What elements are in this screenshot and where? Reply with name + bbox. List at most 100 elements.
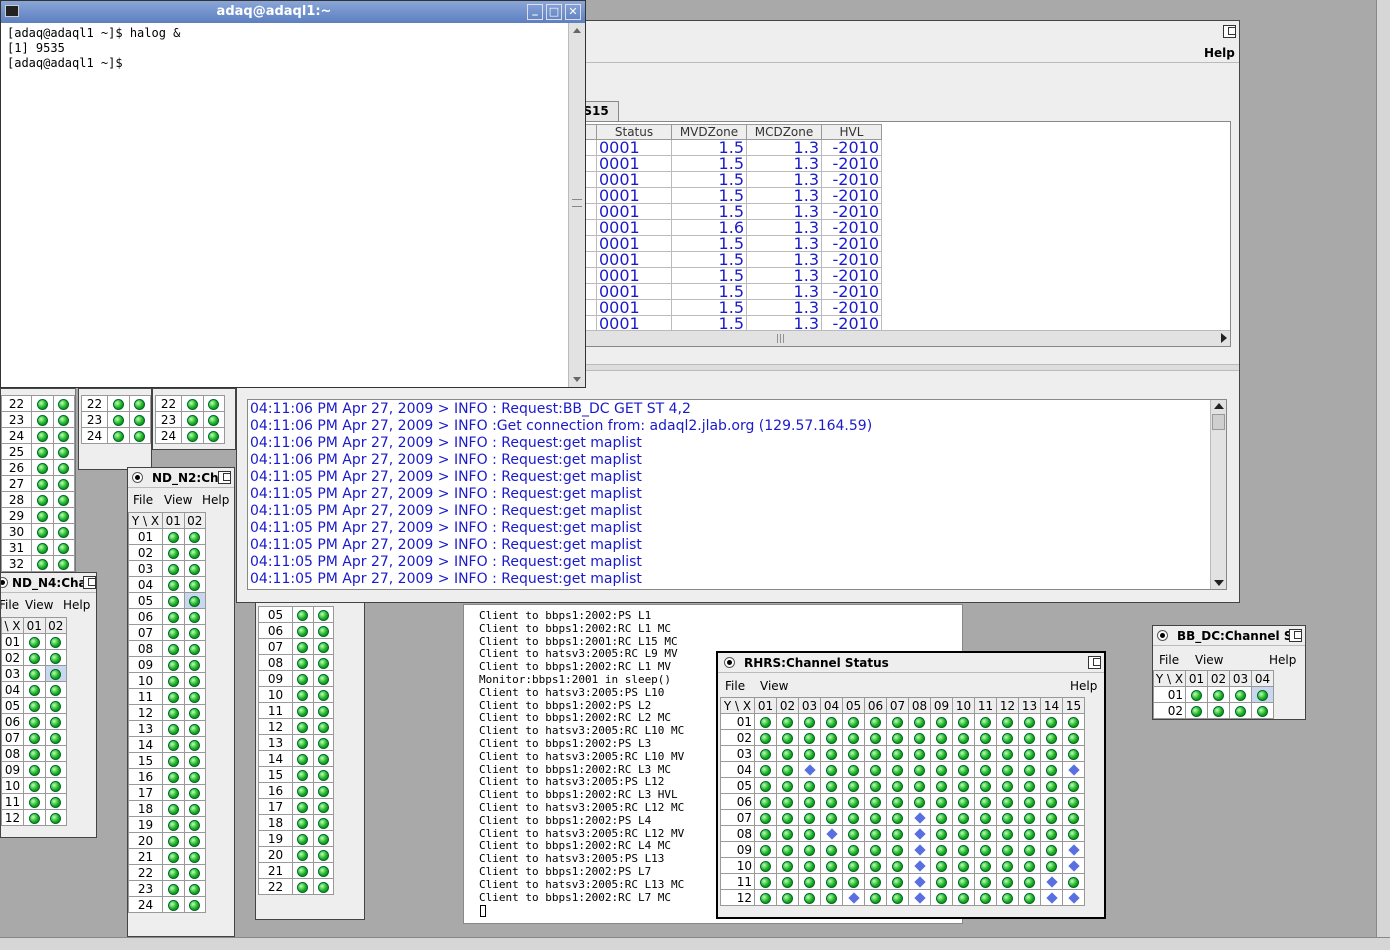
- status-led-icon[interactable]: [167, 659, 179, 671]
- status-led-icon[interactable]: [892, 732, 903, 744]
- menu-help[interactable]: Help: [1070, 679, 1097, 693]
- status-led-icon[interactable]: [189, 755, 201, 767]
- channel-cell[interactable]: [754, 857, 777, 874]
- status-led-icon[interactable]: [826, 748, 837, 760]
- channel-cell[interactable]: [930, 841, 953, 858]
- status-led-icon[interactable]: [297, 657, 309, 669]
- status-led-icon[interactable]: [804, 844, 815, 856]
- channel-cell[interactable]: [974, 873, 997, 890]
- channel-cell[interactable]: [798, 889, 821, 906]
- status-led-icon[interactable]: [297, 865, 309, 877]
- status-led-icon[interactable]: [50, 716, 62, 728]
- status-led-icon[interactable]: [804, 812, 815, 824]
- channel-cell[interactable]: [1040, 857, 1063, 874]
- status-led-icon[interactable]: [892, 844, 903, 856]
- status-led-icon[interactable]: [36, 462, 48, 474]
- status-led-icon[interactable]: [1046, 844, 1057, 856]
- channel-cell[interactable]: [754, 793, 777, 810]
- status-led-icon[interactable]: [1046, 812, 1057, 824]
- status-led-icon[interactable]: [189, 787, 201, 799]
- channel-cell[interactable]: [183, 528, 206, 545]
- status-led-icon[interactable]: [760, 764, 771, 776]
- channel-cell[interactable]: [44, 665, 67, 682]
- status-led-icon[interactable]: [848, 780, 859, 792]
- channel-cell[interactable]: [842, 713, 865, 730]
- status-led-icon[interactable]: [936, 876, 947, 888]
- channel-cell[interactable]: [181, 427, 204, 444]
- status-led-icon[interactable]: [297, 625, 309, 637]
- window-menu-icon[interactable]: [1, 577, 8, 588]
- channel-cell[interactable]: [974, 761, 997, 778]
- channel-cell[interactable]: [776, 745, 799, 762]
- status-diamond-icon[interactable]: [1067, 844, 1080, 856]
- channel-cell[interactable]: [1040, 761, 1063, 778]
- channel-cell[interactable]: [820, 889, 843, 906]
- status-led-icon[interactable]: [826, 716, 837, 728]
- status-led-icon[interactable]: [50, 668, 62, 680]
- channel-cell[interactable]: [162, 768, 185, 785]
- channel-cell[interactable]: [292, 830, 314, 847]
- channel-cell[interactable]: [798, 809, 821, 826]
- channel-cell[interactable]: [312, 846, 334, 863]
- status-diamond-icon[interactable]: [825, 828, 838, 840]
- status-led-icon[interactable]: [297, 833, 309, 845]
- channel-cell[interactable]: [776, 729, 799, 746]
- channel-cell[interactable]: [162, 736, 185, 753]
- scroll-right-icon[interactable]: [1221, 333, 1227, 343]
- channel-cell[interactable]: [798, 793, 821, 810]
- menu-help[interactable]: Help: [1269, 653, 1296, 667]
- channel-cell[interactable]: [31, 555, 54, 572]
- channel-cell[interactable]: [864, 809, 887, 826]
- channel-cell[interactable]: [202, 411, 225, 428]
- channel-cell[interactable]: [292, 846, 314, 863]
- status-led-icon[interactable]: [1002, 812, 1013, 824]
- channel-cell[interactable]: [162, 592, 185, 609]
- channel-cell[interactable]: [292, 782, 314, 799]
- channel-cell[interactable]: [1018, 745, 1041, 762]
- status-led-icon[interactable]: [189, 659, 201, 671]
- channel-cell[interactable]: [864, 873, 887, 890]
- status-led-icon[interactable]: [936, 844, 947, 856]
- status-led-icon[interactable]: [804, 860, 815, 872]
- status-led-icon[interactable]: [826, 796, 837, 808]
- channel-cell[interactable]: [162, 720, 185, 737]
- scroll-up-icon[interactable]: [1214, 403, 1224, 409]
- status-led-icon[interactable]: [1002, 732, 1013, 744]
- channel-cell[interactable]: [864, 713, 887, 730]
- nd-n2-titlebar[interactable]: ND_N2:Cha: [128, 468, 234, 488]
- status-led-icon[interactable]: [58, 510, 70, 522]
- channel-cell[interactable]: [820, 713, 843, 730]
- status-led-icon[interactable]: [782, 876, 793, 888]
- status-led-icon[interactable]: [317, 817, 329, 829]
- channel-cell[interactable]: [754, 777, 777, 794]
- channel-cell[interactable]: [23, 761, 46, 778]
- channel-cell[interactable]: [1018, 713, 1041, 730]
- menu-view[interactable]: View: [1195, 653, 1223, 667]
- channel-cell[interactable]: [1040, 729, 1063, 746]
- status-led-icon[interactable]: [167, 707, 179, 719]
- status-led-icon[interactable]: [186, 398, 198, 410]
- channel-cell[interactable]: [312, 814, 334, 831]
- status-led-icon[interactable]: [826, 764, 837, 776]
- channel-cell[interactable]: [162, 832, 185, 849]
- channel-cell[interactable]: [183, 880, 206, 897]
- status-led-icon[interactable]: [112, 414, 124, 426]
- channel-cell[interactable]: [31, 411, 54, 428]
- channel-cell[interactable]: [52, 523, 75, 540]
- status-led-icon[interactable]: [167, 787, 179, 799]
- status-led-icon[interactable]: [782, 844, 793, 856]
- channel-cell[interactable]: [974, 809, 997, 826]
- channel-cell[interactable]: [162, 800, 185, 817]
- channel-cell[interactable]: [930, 873, 953, 890]
- status-led-icon[interactable]: [317, 833, 329, 845]
- status-led-icon[interactable]: [317, 769, 329, 781]
- channel-cell[interactable]: [52, 411, 75, 428]
- channel-cell[interactable]: [162, 784, 185, 801]
- channel-cell[interactable]: [842, 777, 865, 794]
- status-led-icon[interactable]: [189, 547, 201, 559]
- channel-cell[interactable]: [183, 640, 206, 657]
- status-led-icon[interactable]: [28, 700, 40, 712]
- status-led-icon[interactable]: [189, 883, 201, 895]
- channel-cell[interactable]: [162, 544, 185, 561]
- channel-cell[interactable]: [842, 793, 865, 810]
